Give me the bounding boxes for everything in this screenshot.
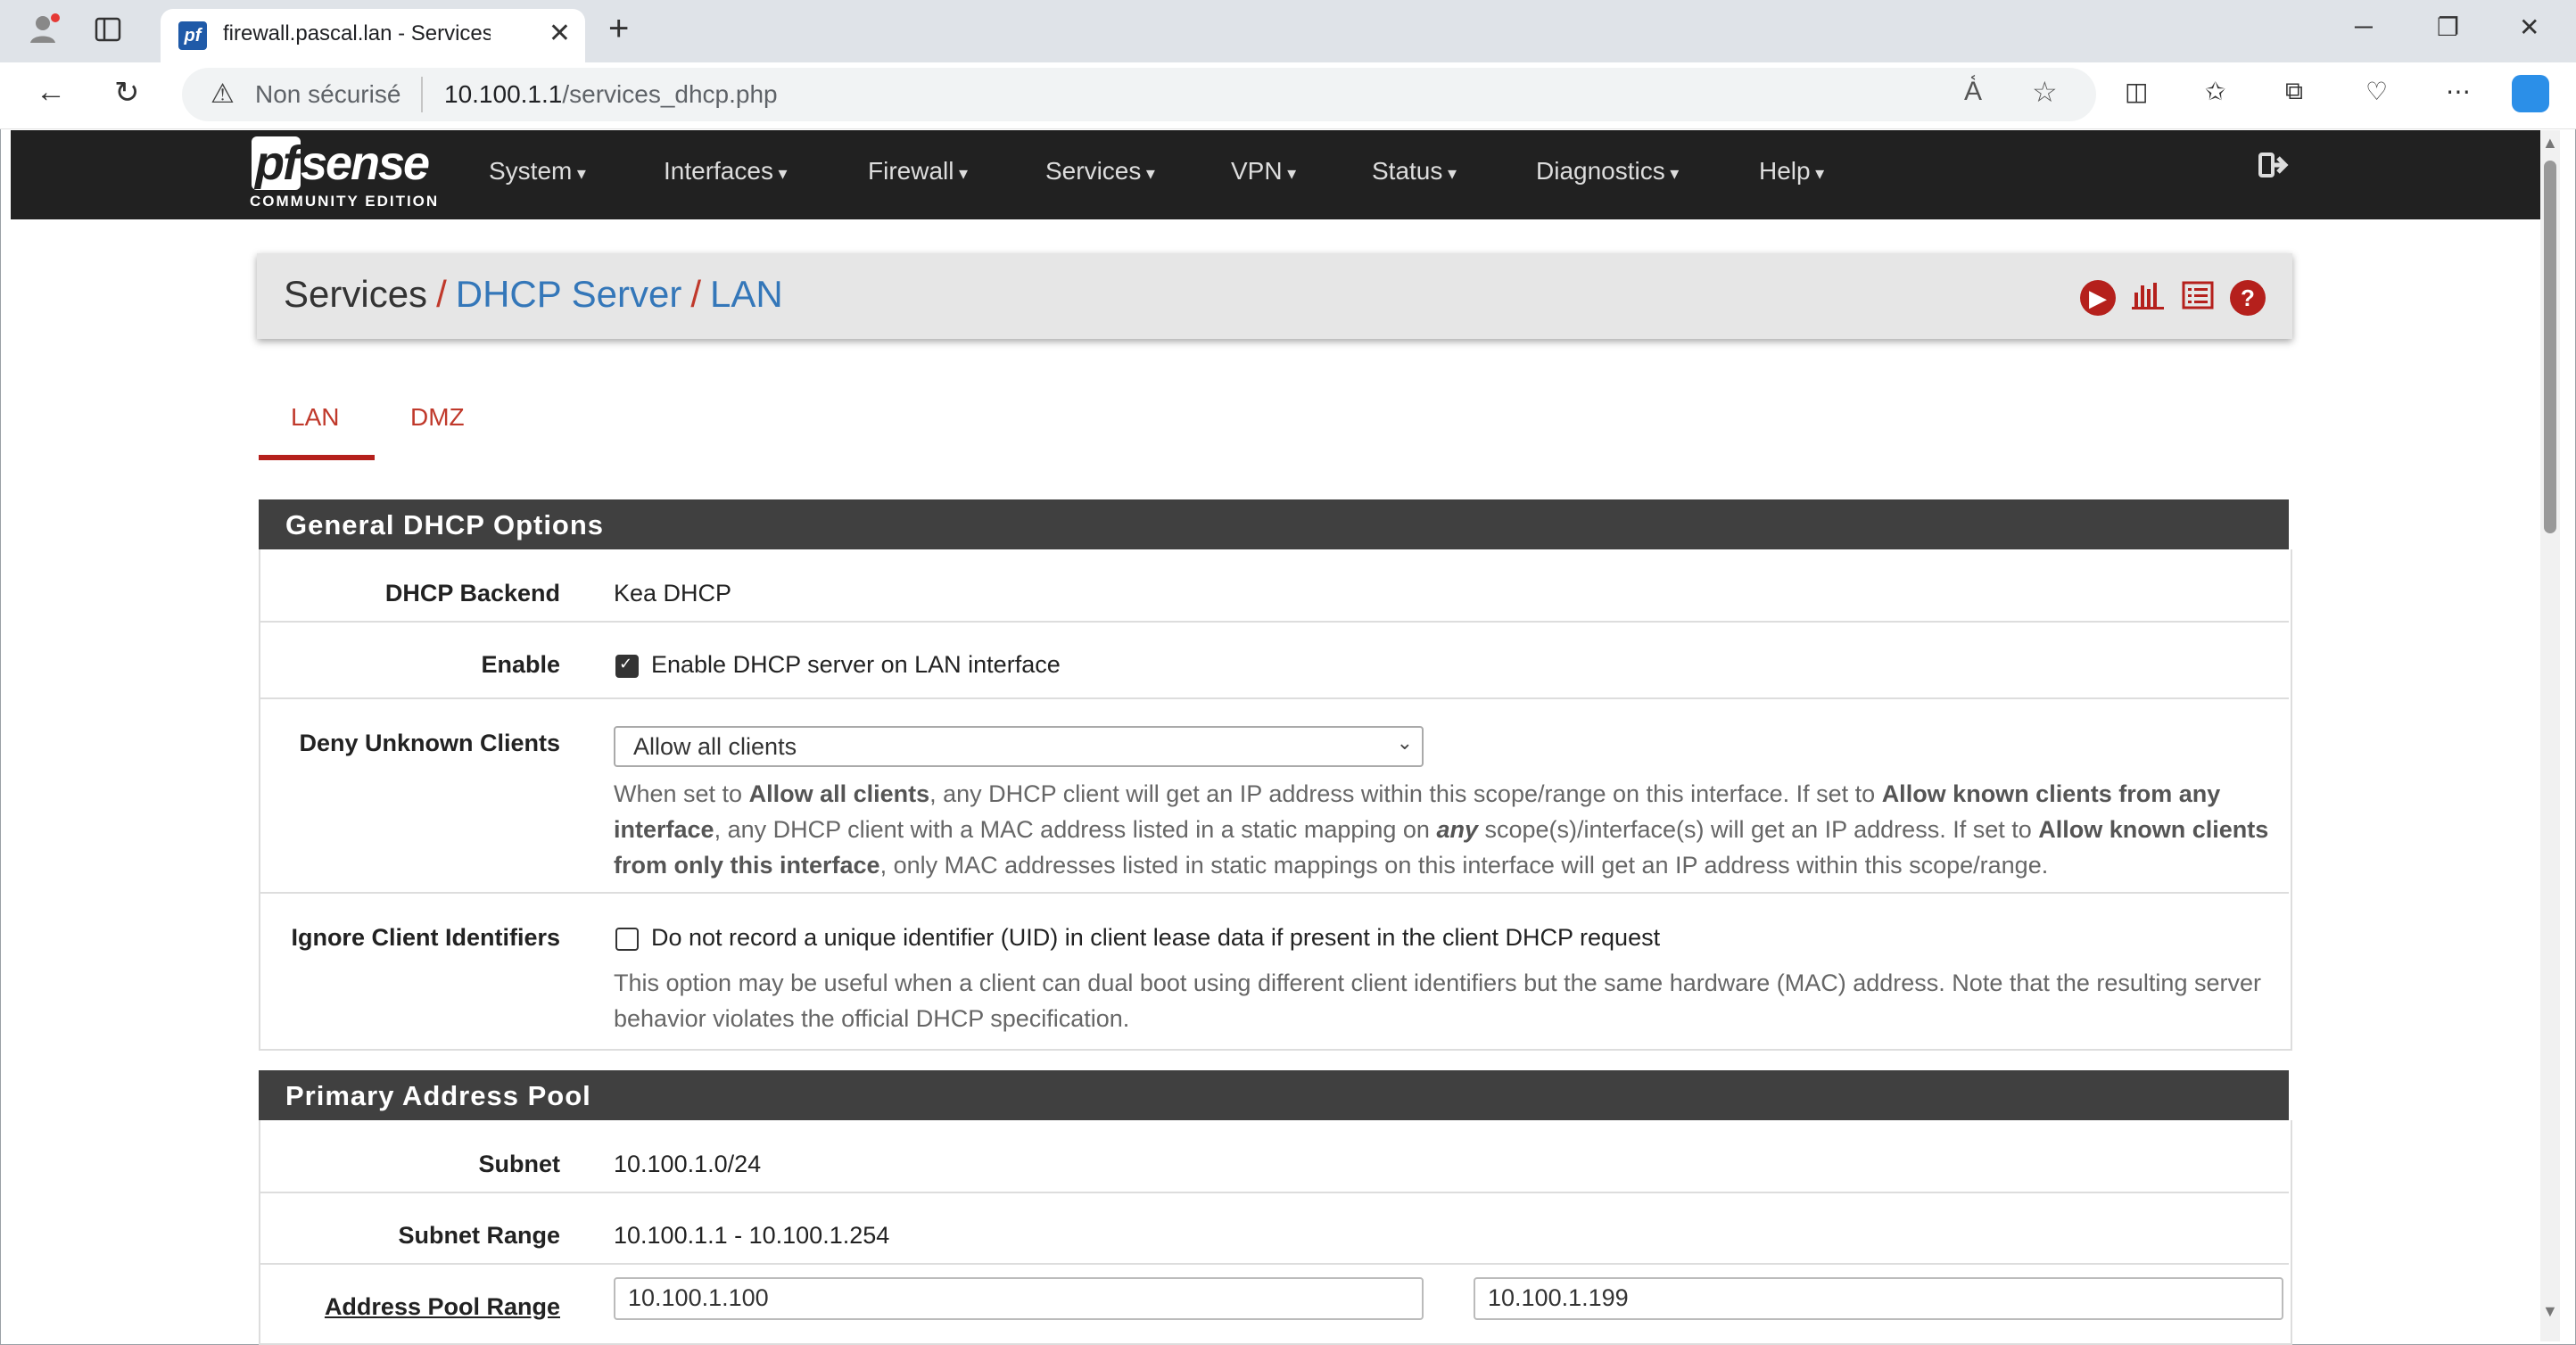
copilot-icon[interactable] bbox=[2512, 75, 2549, 112]
deny-unknown-select[interactable]: Allow all clients ⌄ bbox=[614, 726, 1424, 767]
general-options-title: General DHCP Options bbox=[285, 509, 605, 540]
tab-lan[interactable]: LAN bbox=[291, 403, 339, 432]
pfsense-logo[interactable]: pfsense bbox=[252, 136, 439, 190]
nav-services[interactable]: Services bbox=[1045, 157, 1155, 186]
minimize-icon[interactable]: ─ bbox=[2355, 12, 2373, 41]
url-path: /services_dhcp.php bbox=[562, 80, 778, 108]
breadcrumb-dhcp-server[interactable]: DHCP Server bbox=[456, 273, 682, 315]
enable-label: Enable bbox=[481, 651, 560, 678]
nav-help[interactable]: Help bbox=[1759, 157, 1824, 186]
backend-label: DHCP Backend bbox=[384, 580, 560, 606]
url-text: 10.100.1.1/services_dhcp.php bbox=[444, 80, 778, 109]
address-separator bbox=[421, 77, 423, 112]
nav-firewall[interactable]: Firewall bbox=[868, 157, 968, 186]
favorite-star-icon[interactable]: ☆ bbox=[2032, 75, 2058, 109]
address-pool-header: Primary Address Pool bbox=[259, 1070, 2289, 1120]
new-tab-button[interactable]: + bbox=[608, 9, 629, 49]
collections-icon[interactable]: ⧉ bbox=[2285, 77, 2303, 106]
ignore-uid-checkbox[interactable] bbox=[615, 928, 639, 951]
pfsense-favicon-icon: pf bbox=[178, 21, 207, 50]
log-list-icon[interactable] bbox=[2180, 280, 2216, 316]
pool-range-from-input[interactable]: 10.100.1.100 bbox=[614, 1277, 1424, 1320]
workspaces-icon[interactable] bbox=[95, 16, 121, 49]
breadcrumb-sep: / bbox=[436, 273, 447, 315]
breadcrumb-lan[interactable]: LAN bbox=[710, 273, 783, 315]
scroll-thumb[interactable] bbox=[2544, 161, 2556, 533]
security-label: Non sécurisé bbox=[255, 80, 401, 108]
status-graph-icon[interactable] bbox=[2130, 280, 2166, 316]
deny-unknown-label: Deny Unknown Clients bbox=[299, 730, 560, 756]
more-options-icon[interactable]: ⋯ bbox=[2446, 77, 2471, 106]
ignore-uid-text: Do not record a unique identifier (UID) … bbox=[651, 924, 1661, 951]
scroll-up-icon[interactable]: ▲ bbox=[2542, 134, 2558, 153]
breadcrumb-sep: / bbox=[690, 273, 702, 315]
address-pool-range-label[interactable]: Address Pool Range bbox=[257, 1293, 560, 1321]
backend-value: Kea DHCP bbox=[614, 580, 732, 606]
breadcrumb-services: Services bbox=[284, 273, 428, 315]
favorites-icon[interactable]: ✩ bbox=[2205, 77, 2225, 106]
row-divider bbox=[260, 1192, 2289, 1193]
chevron-down-icon: ⌄ bbox=[1396, 731, 1413, 754]
row-divider bbox=[260, 892, 2289, 894]
play-service-icon[interactable]: ▶ bbox=[2080, 280, 2116, 316]
address-pool-title: Primary Address Pool bbox=[285, 1080, 591, 1111]
subnet-label: Subnet bbox=[478, 1151, 561, 1177]
ignore-uid-help: This option may be useful when a client … bbox=[614, 970, 2261, 1032]
enable-checkbox[interactable] bbox=[615, 655, 639, 678]
tab-close-icon[interactable]: ✕ bbox=[549, 18, 571, 49]
restore-icon[interactable]: ❐ bbox=[2437, 12, 2459, 42]
nav-vpn[interactable]: VPN bbox=[1231, 157, 1296, 186]
pool-range-to-input[interactable]: 10.100.1.199 bbox=[1474, 1277, 2283, 1320]
help-text: scope(s)/interface(s) will get an IP add… bbox=[1477, 816, 2039, 843]
row-divider bbox=[260, 1263, 2289, 1265]
general-options-header: General DHCP Options bbox=[259, 499, 2289, 549]
nav-interfaces[interactable]: Interfaces bbox=[664, 157, 788, 186]
logo-text: sense bbox=[300, 136, 430, 190]
split-screen-icon[interactable]: ◫ bbox=[2125, 77, 2148, 106]
profile-icon[interactable] bbox=[27, 11, 62, 53]
deny-unknown-help: When set to Allow all clients, any DHCP … bbox=[614, 776, 2273, 883]
help-text: When set to bbox=[614, 780, 749, 807]
subnet-range-label: Subnet Range bbox=[398, 1222, 560, 1249]
help-icon[interactable]: ? bbox=[2230, 280, 2266, 316]
help-text: , any DHCP client with a MAC address lis… bbox=[714, 816, 1437, 843]
enable-text: Enable DHCP server on LAN interface bbox=[651, 651, 1061, 678]
tab-active-indicator bbox=[259, 455, 375, 460]
nav-status[interactable]: Status bbox=[1372, 157, 1457, 186]
back-icon[interactable]: ← bbox=[36, 75, 66, 110]
address-bar[interactable]: ⚠ Non sécurisé 10.100.1.1/services_dhcp.… bbox=[182, 68, 2096, 121]
breadcrumb: Services / DHCP Server / LAN bbox=[284, 273, 783, 316]
warning-icon: ⚠ bbox=[211, 79, 235, 109]
tab-title: firewall.pascal.lan - Services: DHC bbox=[223, 21, 491, 45]
logout-icon[interactable] bbox=[2258, 150, 2291, 187]
help-text: , any DHCP client will get an IP address… bbox=[929, 780, 1882, 807]
logo-pf: pf bbox=[252, 136, 301, 190]
pool-range-to-value: 10.100.1.199 bbox=[1488, 1284, 1629, 1311]
help-bold: Allow all clients bbox=[748, 780, 930, 807]
ignore-uid-label: Ignore Client Identifiers bbox=[291, 924, 560, 951]
scroll-down-icon[interactable]: ▼ bbox=[2542, 1302, 2558, 1321]
subnet-value: 10.100.1.0/24 bbox=[614, 1151, 762, 1177]
subnet-range-value: 10.100.1.1 - 10.100.1.254 bbox=[614, 1222, 890, 1249]
url-host: 10.100.1.1 bbox=[444, 80, 563, 108]
breadcrumb-panel: Services / DHCP Server / LAN bbox=[257, 253, 2292, 339]
read-aloud-icon[interactable]: A᷾ bbox=[1964, 77, 1982, 107]
deny-unknown-selected: Allow all clients bbox=[633, 733, 797, 760]
window-close-icon[interactable]: ✕ bbox=[2519, 12, 2539, 42]
reload-icon[interactable]: ↻ bbox=[114, 75, 140, 111]
browser-tab-active[interactable]: pf firewall.pascal.lan - Services: DHC ✕ bbox=[161, 9, 585, 62]
nav-diagnostics[interactable]: Diagnostics bbox=[1536, 157, 1679, 186]
row-divider bbox=[260, 621, 2289, 623]
tab-dmz[interactable]: DMZ bbox=[410, 403, 465, 432]
browser-essentials-icon[interactable]: ♡ bbox=[2365, 77, 2388, 106]
pool-range-from-value: 10.100.1.100 bbox=[628, 1284, 769, 1311]
logo-subtitle: COMMUNITY EDITION bbox=[250, 193, 440, 210]
help-text: , only MAC addresses listed in static ma… bbox=[879, 852, 2049, 879]
nav-system[interactable]: System bbox=[489, 157, 586, 186]
help-bold-italic: any bbox=[1436, 816, 1478, 843]
row-divider bbox=[260, 697, 2289, 699]
